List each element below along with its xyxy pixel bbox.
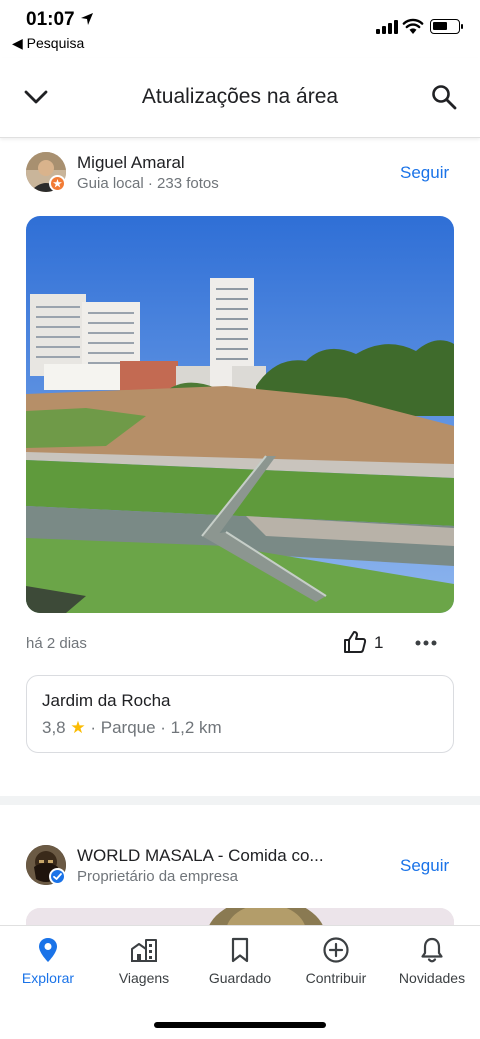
nav-novidades[interactable]: Novidades <box>384 926 480 996</box>
place-details: · Parque · 1,2 km <box>90 718 222 737</box>
author-name[interactable]: WORLD MASALA - Comida co... <box>77 846 324 866</box>
nav-guardado[interactable]: Guardado <box>192 926 288 996</box>
home-indicator[interactable] <box>154 1022 326 1028</box>
nav-label: Explorar <box>21 970 75 986</box>
signal-icon <box>376 20 398 34</box>
place-rating: 3,8 <box>42 718 66 737</box>
nav-label: Guardado <box>208 970 272 986</box>
author-name[interactable]: Miguel Amaral <box>77 153 185 173</box>
status-bar: 01:07 ◀ Pesquisa <box>0 0 480 58</box>
nav-explorar[interactable]: Explorar <box>0 926 96 996</box>
bookmark-icon <box>231 937 249 963</box>
nav-viagens[interactable]: Viagens <box>96 926 192 996</box>
wifi-icon <box>402 18 424 34</box>
author-meta: Proprietário da empresa <box>77 868 238 885</box>
thumbs-up-icon[interactable] <box>342 629 368 655</box>
follow-button[interactable]: Seguir <box>400 163 449 183</box>
location-arrow-icon <box>81 13 93 25</box>
section-divider <box>0 796 480 805</box>
status-time: 01:07 <box>26 9 75 30</box>
back-to-app-link[interactable]: ◀ Pesquisa <box>12 35 84 52</box>
author-meta: Guia local · 233 fotos <box>77 175 219 192</box>
nav-label: Viagens <box>118 970 170 986</box>
more-options-icon[interactable] <box>413 633 439 653</box>
verified-badge-icon <box>49 868 66 885</box>
bell-icon <box>421 937 443 963</box>
post-photo[interactable] <box>26 216 454 613</box>
location-pin-icon <box>39 938 57 962</box>
like-count: 1 <box>374 633 384 652</box>
local-guide-badge-icon <box>49 175 66 192</box>
top-app-bar: Atualizações na área <box>0 58 480 138</box>
nav-contribuir[interactable]: Contribuir <box>288 926 384 996</box>
star-icon: ★ <box>70 718 86 737</box>
buildings-icon <box>131 939 157 962</box>
place-card[interactable]: Jardim da Rocha 3,8 ★ · Parque · 1,2 km <box>26 675 454 753</box>
add-circle-icon <box>323 937 349 963</box>
page-title: Atualizações na área <box>141 85 339 108</box>
post-timestamp: há 2 dias <box>26 635 87 652</box>
battery-icon <box>430 19 463 34</box>
nav-label: Novidades <box>398 970 466 986</box>
place-name: Jardim da Rocha <box>42 691 171 710</box>
search-icon[interactable] <box>430 83 458 111</box>
nav-label: Contribuir <box>305 970 367 986</box>
place-meta: 3,8 ★ · Parque · 1,2 km <box>42 718 222 738</box>
follow-button[interactable]: Seguir <box>400 856 449 876</box>
